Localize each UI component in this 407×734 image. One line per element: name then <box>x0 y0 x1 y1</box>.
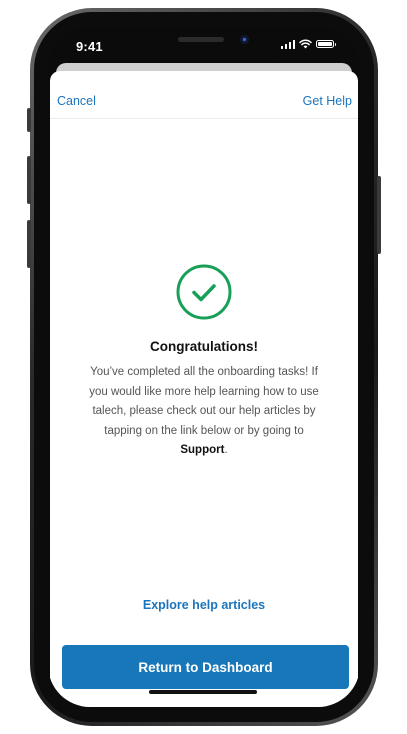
status-time: 9:41 <box>76 39 103 54</box>
home-indicator <box>149 690 257 694</box>
volume-up-button <box>27 156 31 204</box>
notch <box>120 27 288 57</box>
camera-icon <box>240 35 249 44</box>
message-text: You’ve completed all the onboarding task… <box>89 366 319 437</box>
status-icons <box>280 39 336 49</box>
cancel-button[interactable]: Cancel <box>57 94 96 108</box>
speaker-grille <box>178 37 224 42</box>
volume-down-button <box>27 220 31 268</box>
congratulations-title: Congratulations! <box>150 339 258 354</box>
phone-mockup: 9:41 Cancel Get Help Congratulations! Yo… <box>0 0 407 734</box>
nav-bar: Cancel Get Help <box>50 71 358 119</box>
phone-screen: 9:41 Cancel Get Help Congratulations! Yo… <box>48 27 360 707</box>
get-help-button[interactable]: Get Help <box>303 94 352 108</box>
wifi-icon <box>299 39 312 49</box>
battery-icon <box>316 40 336 48</box>
message-period: . <box>224 444 228 456</box>
check-circle-icon <box>176 264 232 320</box>
signal-icon <box>280 39 295 49</box>
power-button <box>377 176 381 254</box>
mute-switch <box>27 108 31 132</box>
support-text: Support <box>180 444 225 456</box>
completion-message: You’ve completed all the onboarding task… <box>86 363 322 461</box>
modal-sheet: Cancel Get Help Congratulations! You’ve … <box>50 71 358 707</box>
return-to-dashboard-button[interactable]: Return to Dashboard <box>62 645 349 689</box>
explore-help-articles-link[interactable]: Explore help articles <box>50 598 358 612</box>
